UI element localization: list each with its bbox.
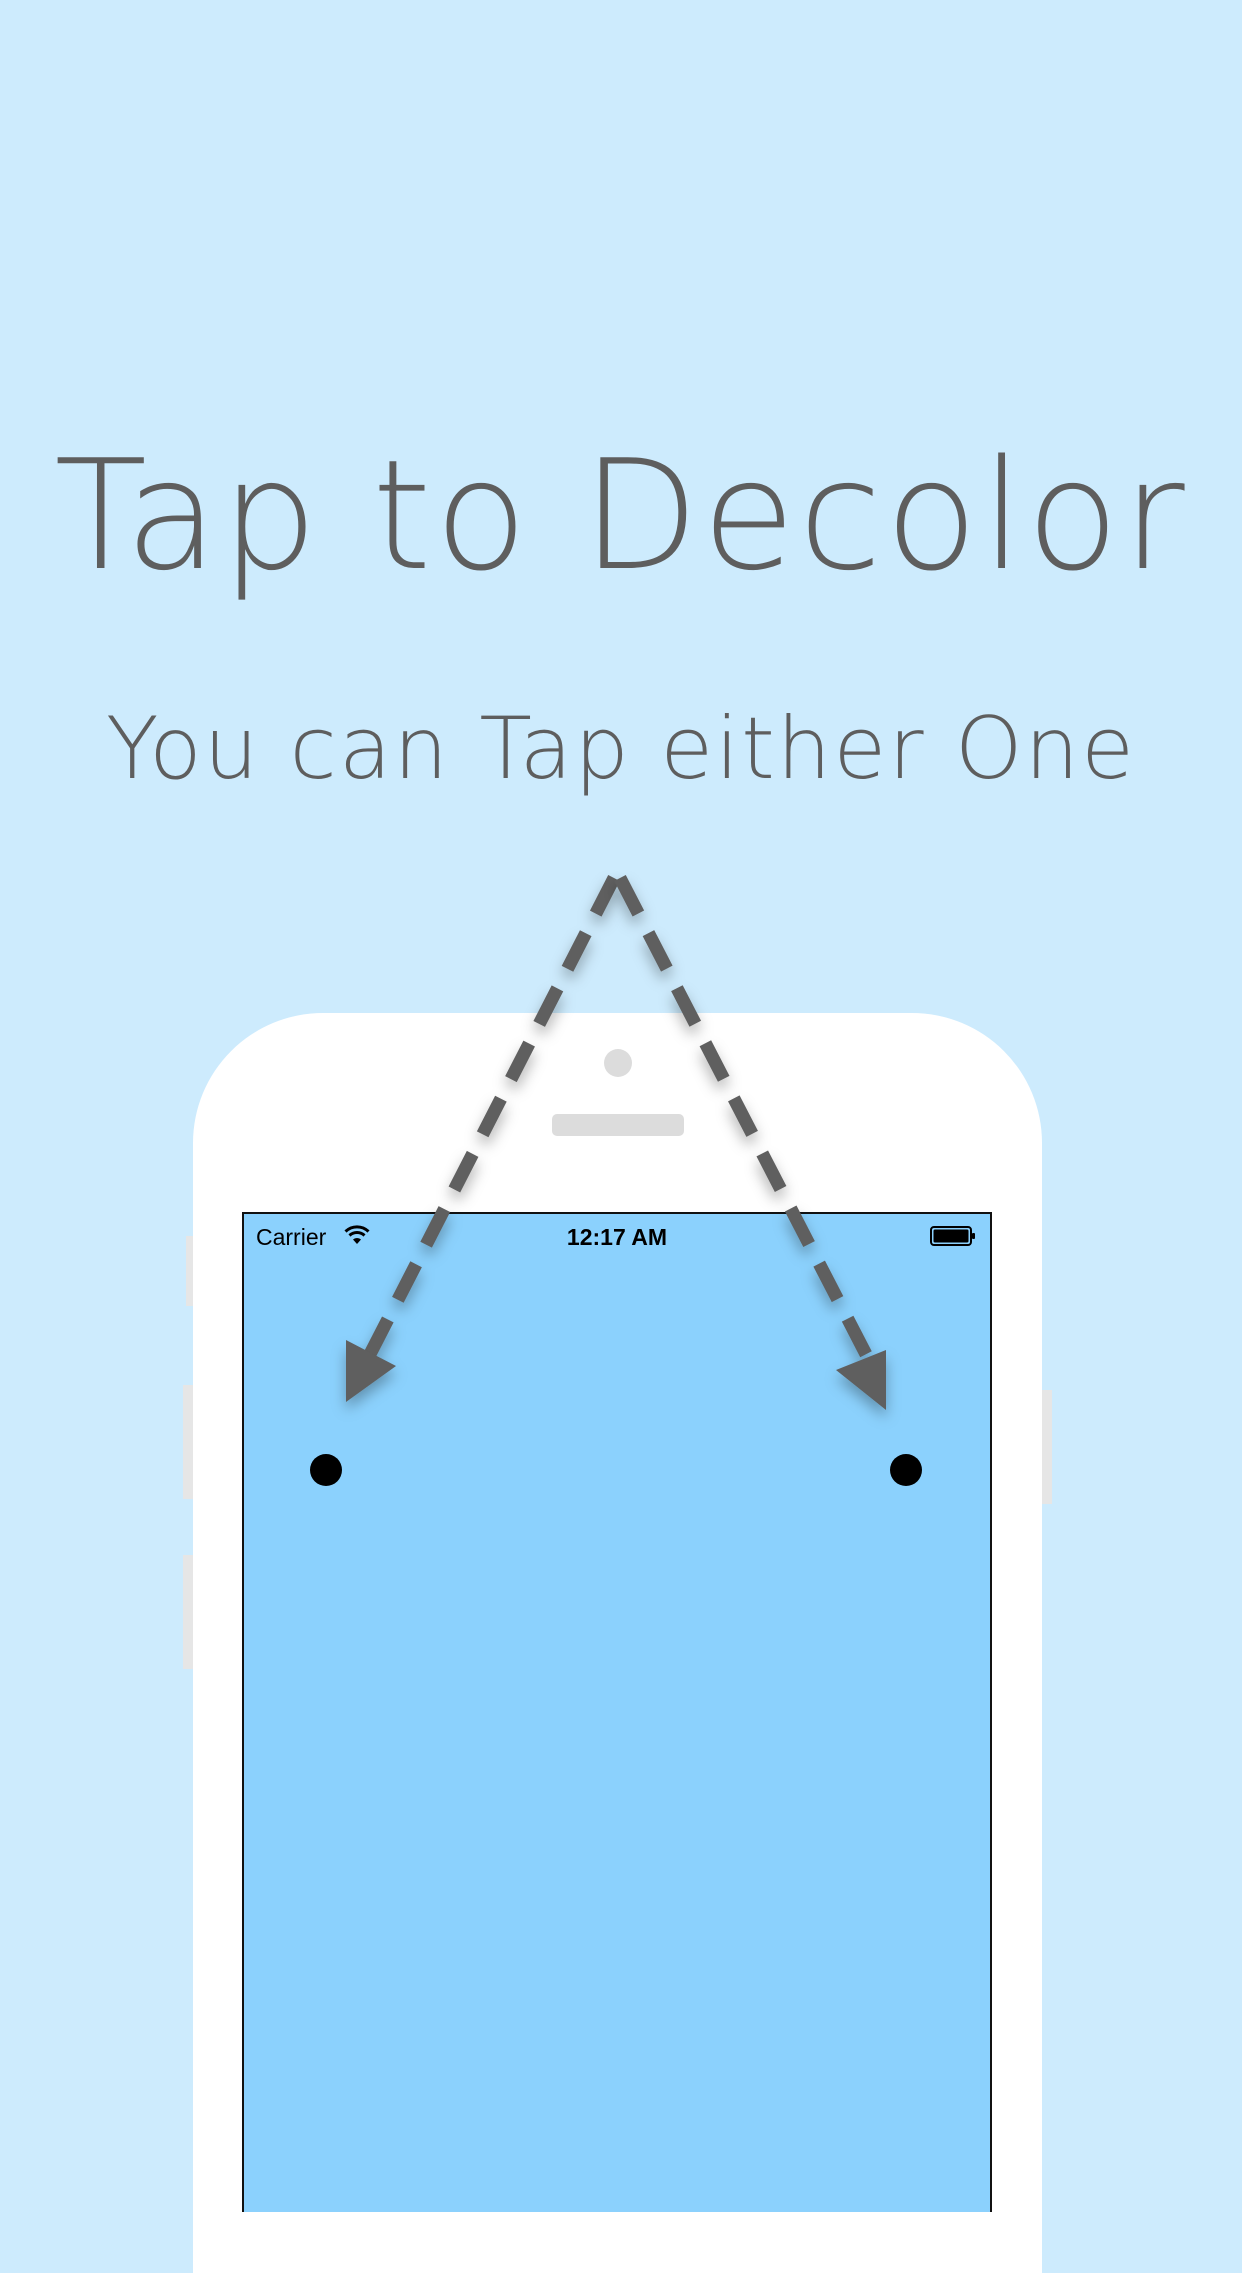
tap-target-right[interactable]: [890, 1454, 922, 1486]
headline: Tap to Decolor: [54, 427, 1188, 604]
phone-screen[interactable]: Carrier 12:17 AM: [242, 1212, 992, 2212]
phone-power-button: [1042, 1390, 1052, 1504]
phone-speaker: [552, 1114, 684, 1136]
status-bar: Carrier 12:17 AM: [244, 1214, 990, 1256]
subheadline: You can Tap either One: [105, 699, 1137, 799]
phone-volume-up-button: [183, 1385, 193, 1499]
phone-camera: [604, 1049, 632, 1077]
phone-volume-down-button: [183, 1555, 193, 1669]
tap-target-left[interactable]: [310, 1454, 342, 1486]
status-time: 12:17 AM: [566, 1224, 668, 1250]
battery-icon: [930, 1226, 975, 1246]
